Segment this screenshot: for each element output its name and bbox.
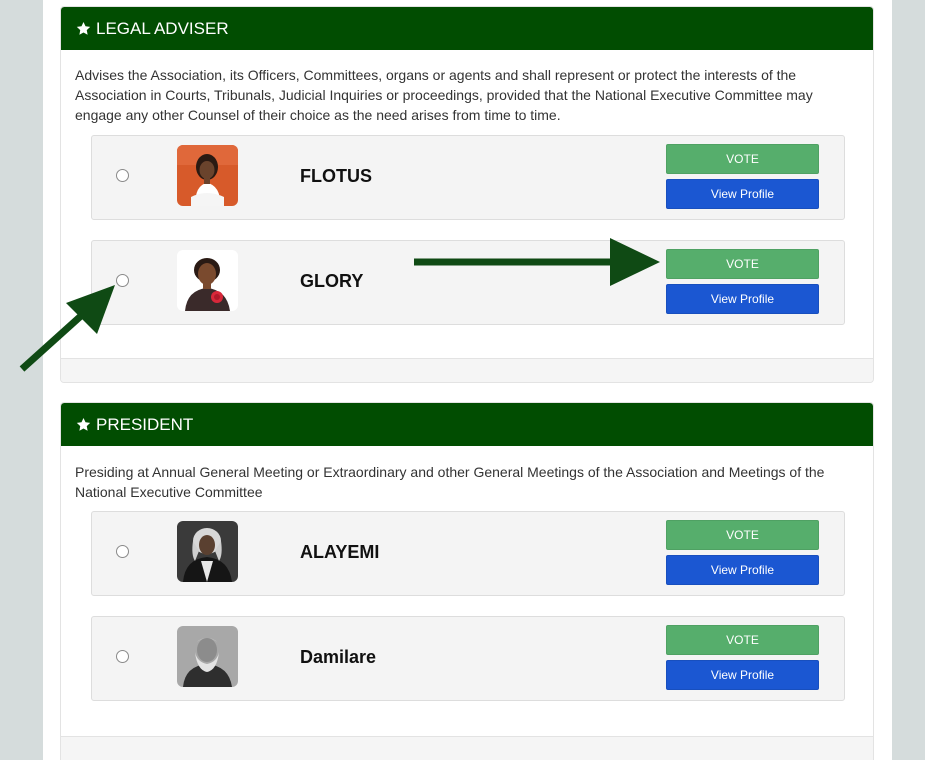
arrow-to-vote-icon [414, 238, 660, 286]
arrow-to-radio-icon [19, 285, 115, 372]
arrow-icon [19, 238, 660, 372]
